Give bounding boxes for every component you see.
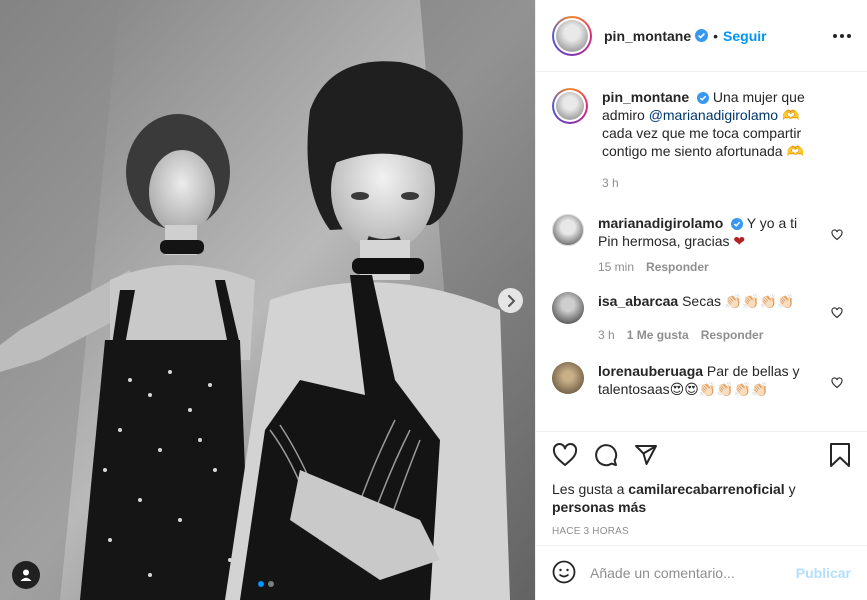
author-avatar[interactable] — [552, 15, 592, 56]
heart-icon[interactable] — [831, 306, 843, 322]
post-actions: Les gusta a camilarecabarrenoficial y pe… — [536, 431, 867, 545]
caption-time[interactable]: 3 h — [602, 174, 619, 192]
comment-item: marianadigirolamo Y yo a ti Pin hermosa,… — [552, 214, 851, 292]
reply-button[interactable]: Responder — [646, 258, 709, 276]
add-comment-bar: Añade un comentario... Publicar — [536, 545, 867, 600]
share-icon[interactable] — [634, 443, 658, 470]
verified-icon — [697, 92, 710, 104]
next-photo-button[interactable] — [498, 288, 523, 313]
post-photo[interactable] — [0, 0, 535, 600]
commenter-username[interactable]: marianadigirolamo — [598, 215, 723, 231]
comment-time[interactable]: 3 h — [598, 326, 615, 344]
reply-button[interactable]: Responder — [701, 326, 764, 344]
carousel-dot-active — [258, 581, 264, 587]
header-separator: • — [713, 27, 719, 44]
red-heart-emoji: ❤ — [733, 233, 746, 249]
caption: pin_montane Una mujer que admiro @marian… — [552, 88, 851, 214]
likes-prefix: Les gusta a — [552, 481, 629, 497]
more-options-icon[interactable] — [833, 33, 851, 38]
comments-list: pin_montane Una mujer que admiro @marian… — [536, 72, 867, 431]
commenter-username[interactable]: lorenauberuaga — [598, 363, 703, 379]
post-header: pin_montane • Seguir — [536, 0, 867, 72]
heart-icon[interactable] — [831, 376, 843, 392]
post-side-panel: pin_montane • Seguir pin_montane Una muj… — [535, 0, 867, 600]
comment-time[interactable]: 15 min — [598, 258, 634, 276]
post-container: pin_montane • Seguir pin_montane Una muj… — [0, 0, 867, 600]
commenter-avatar[interactable] — [552, 214, 584, 246]
next-arrow-icon — [507, 294, 515, 307]
likes-conjunction: y — [784, 481, 796, 497]
carousel-dot — [268, 581, 274, 587]
likes-others-link[interactable]: personas más — [552, 499, 646, 515]
user-tag-icon — [20, 569, 32, 581]
comment-item: isa_abarcaa Secas 👏🏻👏🏻👏🏻👏🏻 3 h 1 Me gust… — [552, 292, 851, 362]
commenter-avatar[interactable] — [552, 362, 584, 394]
author-username[interactable]: pin_montane — [604, 28, 691, 44]
caption-mention-link[interactable]: @marianadigirolamo — [649, 107, 778, 123]
user-tags-button[interactable] — [12, 561, 40, 589]
heart-icon[interactable] — [552, 442, 578, 470]
photo-scene — [0, 0, 535, 600]
comment-icon[interactable] — [594, 443, 618, 470]
commenter-username[interactable]: isa_abarcaa — [598, 293, 678, 309]
caption-username[interactable]: pin_montane — [602, 89, 689, 105]
post-time-ago[interactable]: HACE 3 HORAS — [552, 526, 851, 537]
commenter-avatar[interactable] — [552, 292, 584, 324]
carousel-indicator — [258, 581, 274, 587]
comment-text: Secas 👏🏻👏🏻👏🏻👏🏻 — [682, 293, 795, 309]
comment-input[interactable]: Añade un comentario... — [590, 565, 796, 581]
comment-likes[interactable]: 1 Me gusta — [627, 326, 689, 344]
heart-icon[interactable] — [831, 228, 843, 244]
caption-avatar[interactable] — [552, 88, 588, 124]
emoji-icon[interactable] — [552, 560, 576, 587]
comment-item: lorenauberuaga Par de bellas y talentosa… — [552, 362, 851, 422]
bookmark-icon[interactable] — [829, 442, 851, 471]
verified-icon — [695, 29, 709, 42]
verified-icon — [731, 218, 744, 230]
likes-summary: Les gusta a camilarecabarrenoficial y pe… — [552, 480, 851, 516]
follow-button[interactable]: Seguir — [723, 28, 767, 44]
publish-button[interactable]: Publicar — [796, 565, 851, 581]
liker-username[interactable]: camilarecabarrenoficial — [628, 481, 784, 497]
